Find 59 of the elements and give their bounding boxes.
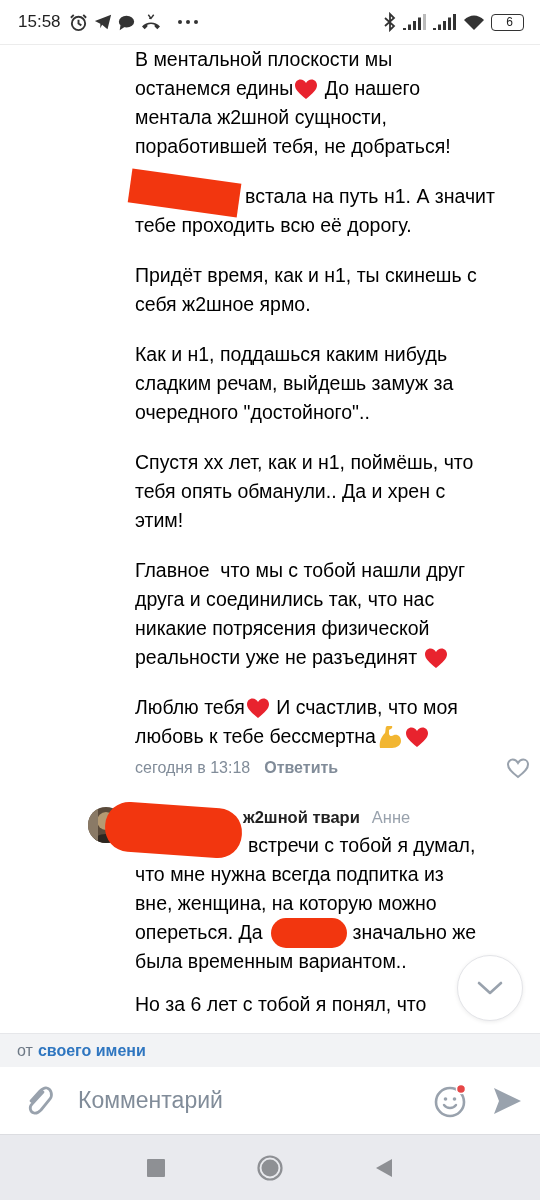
- comment-text: останемся едины: [135, 76, 294, 101]
- heart-icon: [423, 646, 448, 669]
- back-triangle-icon[interactable]: [375, 1157, 393, 1178]
- comment-text: И счастлив, что моя: [275, 695, 458, 720]
- like-icon[interactable]: [506, 757, 530, 779]
- heart-icon: [294, 77, 319, 100]
- comment-text: Спустя хх лет, как и н1, поймёшь, что: [135, 450, 474, 475]
- comment-text: тебя опять обманули.. Да и хрен с: [135, 479, 446, 504]
- bluetooth-icon: [383, 12, 398, 32]
- comment-text: встречи с тобой я думал,: [248, 833, 476, 858]
- heart-icon: [245, 696, 270, 719]
- signal-icon: [403, 13, 428, 31]
- home-circle-icon[interactable]: [257, 1154, 283, 1181]
- comment-text: что мне нужна всегда подпитка из: [135, 862, 444, 887]
- missed-call-icon: [140, 13, 161, 31]
- comment-text: Но за 6 лет с тобой я понял, что: [135, 992, 427, 1017]
- comment-text: никакие потрясения физической: [135, 616, 430, 641]
- comment-text: Главное что мы с тобой нашли друг: [135, 558, 466, 583]
- scroll-down-button[interactable]: [457, 955, 523, 1021]
- comment-text: Люблю тебя: [135, 695, 245, 720]
- comment-text: была временным вариантом..: [135, 949, 407, 974]
- comment-text: друга и соединились так, что нас: [135, 587, 435, 612]
- emoji-icon[interactable]: [434, 1083, 468, 1118]
- comment-text: себя ж2шное ярмо.: [135, 292, 311, 317]
- comment-text: тебе проходить всю её дорогу.: [135, 213, 412, 238]
- comment-text: ментала ж2шной сущности,: [135, 105, 387, 130]
- comment-text: этим!: [135, 508, 184, 533]
- clock-time: 15:58: [18, 12, 61, 32]
- comment-text: очередного "достойного"..: [135, 400, 370, 425]
- comment-text: вне, женщина, на которую можно: [135, 891, 437, 916]
- reply-link[interactable]: Ответить: [264, 759, 339, 777]
- comment-text: В ментальной плоскости мы: [135, 47, 393, 72]
- comment-date: сегодня в 13:18: [135, 759, 251, 777]
- comment-text: поработившей тебя, не добраться!: [135, 134, 451, 159]
- send-icon[interactable]: [492, 1085, 522, 1116]
- heart-icon: [404, 725, 429, 748]
- battery-indicator: 6: [491, 13, 524, 31]
- comment-text: встала на путь н1. А значит: [245, 184, 495, 209]
- alarm-clock-icon: [68, 12, 88, 32]
- comment-text: сладким речам, выйдешь замуж за: [135, 371, 454, 396]
- chat-bubble-icon: [117, 13, 135, 31]
- signature-link[interactable]: своего имени: [37, 1041, 146, 1060]
- wifi-icon: [463, 13, 486, 31]
- comment-text: опереться. Да: [135, 920, 263, 945]
- recents-square-icon[interactable]: [147, 1158, 165, 1177]
- paper-plane-icon: [93, 13, 112, 31]
- comment-text: Как и н1, поддашься каким нибудь: [135, 342, 448, 367]
- comment-text: любовь к тебе бессмертна: [135, 724, 376, 749]
- reply-to-name[interactable]: Анне: [371, 807, 411, 827]
- comment-text: реальности уже не разъединят: [135, 645, 419, 670]
- author-name[interactable]: ж2шной твари: [243, 807, 360, 827]
- chevron-down-icon: [477, 981, 503, 995]
- more-dots-icon: [176, 19, 199, 25]
- comment-text: значально же: [352, 920, 477, 945]
- comment-text: Придёт время, как и н1, ты скинешь с: [135, 263, 477, 288]
- comment-field[interactable]: Комментарий: [68, 1087, 420, 1114]
- signature-label: от: [17, 1041, 33, 1060]
- signal-icon: [433, 13, 458, 31]
- comment-text: До нашего: [323, 76, 421, 101]
